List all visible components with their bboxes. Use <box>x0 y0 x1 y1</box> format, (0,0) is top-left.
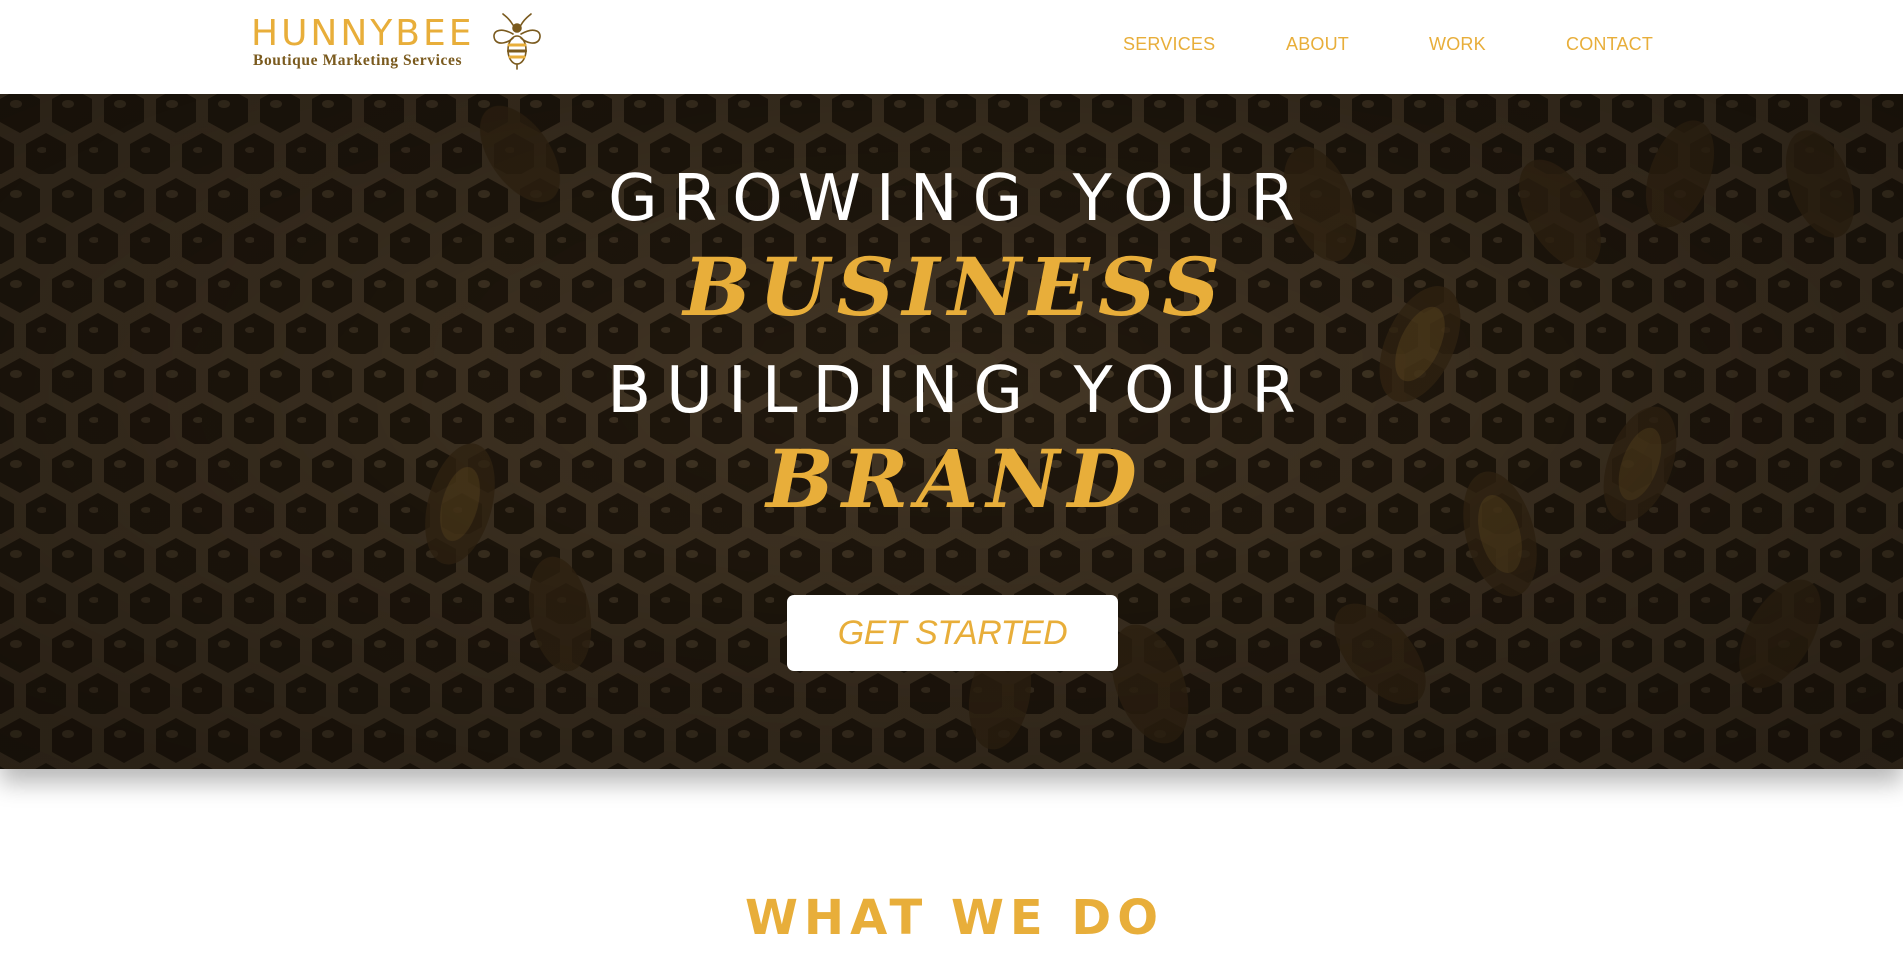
get-started-button[interactable]: GET STARTED <box>787 595 1118 671</box>
brand-tagline: Boutique Marketing Services <box>253 52 463 69</box>
hero-line-growing: GROWING YOUR <box>608 162 1310 236</box>
hero-line-brand: BRAND <box>766 432 1145 526</box>
nav-about[interactable]: ABOUT <box>1286 34 1349 55</box>
nav-services[interactable]: SERVICES <box>1123 34 1215 55</box>
brand-name: HUNNYBEE <box>251 13 475 54</box>
section-title-what-we-do: WHAT WE DO <box>744 890 1165 946</box>
bee-icon <box>493 13 541 70</box>
site-header: HUNNYBEE Boutique Marketing Services SER… <box>0 0 1903 94</box>
hero-line-building: BUILDING YOUR <box>607 354 1311 428</box>
hero-section: GROWING YOUR BUSINESS BUILDING YOUR BRAN… <box>0 94 1903 769</box>
brand-logo[interactable]: HUNNYBEE Boutique Marketing Services <box>251 12 551 76</box>
nav-contact[interactable]: CONTACT <box>1566 34 1653 55</box>
nav-work[interactable]: WORK <box>1429 34 1486 55</box>
hero-line-business: BUSINESS <box>683 240 1228 334</box>
